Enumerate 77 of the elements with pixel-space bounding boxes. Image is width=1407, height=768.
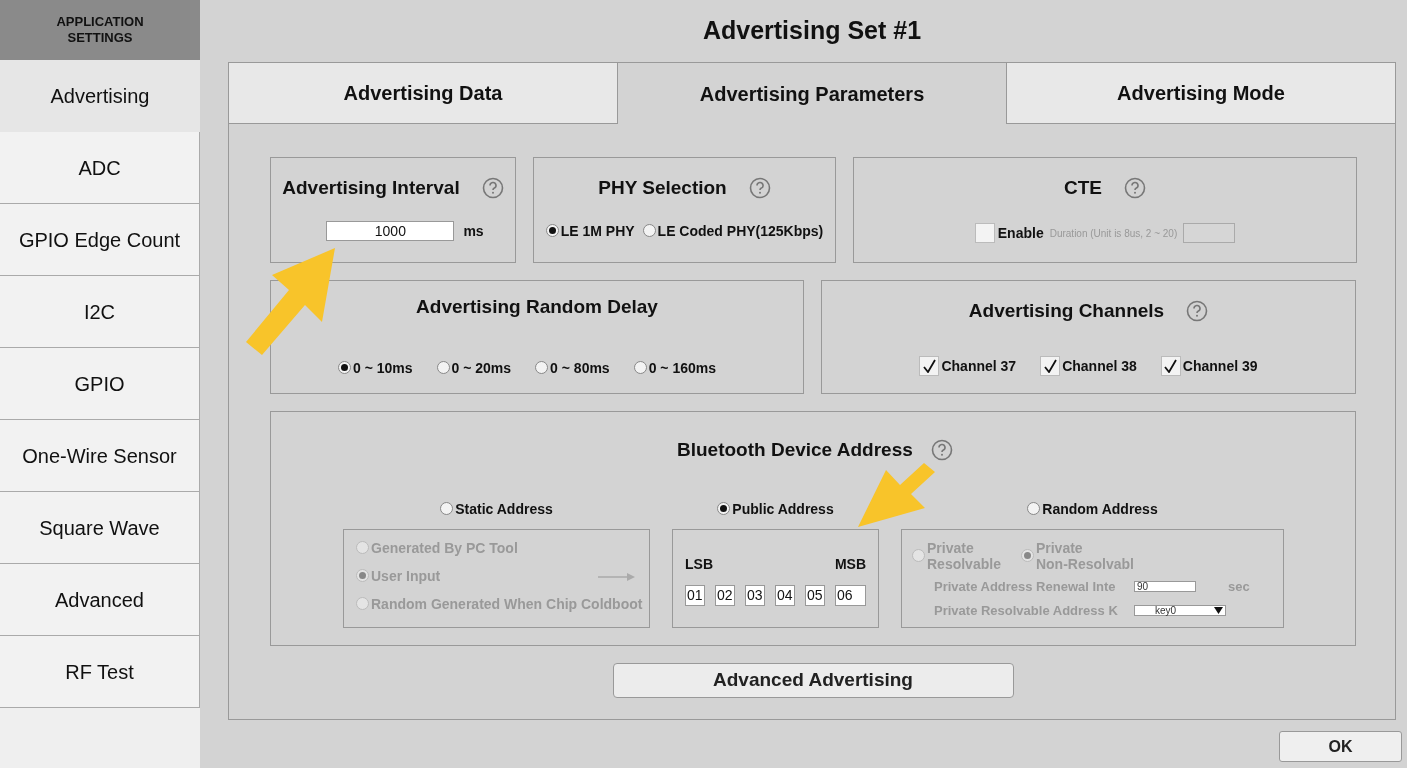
group-title: PHY Selection	[598, 176, 727, 200]
radio-label: LE Coded PHY(125Kbps)	[657, 222, 824, 239]
group-title: Advertising Random Delay	[416, 295, 658, 319]
help-icon[interactable]	[481, 177, 504, 200]
radio-label: Random Generated When Chip Coldboot	[371, 595, 643, 612]
group-title: Advertising Channels	[968, 299, 1165, 323]
checkbox[interactable]	[1160, 356, 1181, 376]
msb-label: MSB	[834, 554, 866, 574]
sidebar-item[interactable]: GPIO	[0, 348, 200, 420]
address-byte-field[interactable]: 06	[835, 584, 866, 606]
arrow-icon	[598, 571, 636, 582]
tab[interactable]: Advertising Data	[228, 62, 618, 124]
address-byte-field[interactable]: 04	[775, 584, 795, 606]
address-byte-field[interactable]: 01	[685, 584, 705, 606]
radio-label: Generated By PC Tool	[371, 539, 518, 556]
radio-label: User Input	[371, 567, 441, 584]
radio-button[interactable]	[338, 361, 351, 374]
checkbox[interactable]	[919, 356, 940, 376]
radio-label: Private Resolvable	[927, 539, 1001, 572]
help-icon[interactable]	[930, 439, 953, 462]
radio-button[interactable]	[545, 224, 559, 237]
checkbox-label: Enable	[997, 223, 1044, 243]
checkmark-icon	[1043, 359, 1057, 373]
tab[interactable]: Advertising Mode	[1007, 62, 1396, 124]
help-icon[interactable]	[748, 177, 771, 200]
help-icon[interactable]	[1124, 177, 1146, 200]
radio-button[interactable]	[436, 361, 450, 374]
radio-label: 0 ~ 160ms	[648, 359, 716, 376]
radio-label: Public Address	[732, 500, 834, 517]
duration-input[interactable]	[1183, 223, 1236, 243]
sidebar-item[interactable]: Advanced	[0, 564, 200, 636]
checkbox-label: Channel 37	[941, 356, 1017, 376]
tab[interactable]: Advertising Parameters	[618, 62, 1007, 124]
radio-label: Private Non-Resolvabl	[1035, 539, 1134, 572]
checkbox-label: Channel 38	[1062, 356, 1137, 376]
group-title: Advertising Interval	[282, 176, 460, 200]
sidebar-item[interactable]: One-Wire Sensor	[0, 420, 200, 492]
interval-input[interactable]: 1000	[326, 221, 455, 241]
radio-label: Random Address	[1042, 500, 1158, 517]
checkmark-icon	[922, 359, 936, 373]
radio-button[interactable]	[440, 502, 454, 515]
radio-label: LE 1M PHY	[560, 222, 635, 239]
renewal-label: Private Address Renewal Inte	[934, 577, 1117, 596]
address-byte-field[interactable]: 02	[715, 584, 735, 606]
sidebar-item[interactable]: RF Test	[0, 636, 200, 708]
group-title: CTE	[1064, 176, 1102, 200]
checkbox[interactable]	[1040, 356, 1061, 376]
address-byte-field[interactable]: 03	[745, 584, 765, 606]
unit-label: sec	[1228, 577, 1250, 596]
radio-button[interactable]	[535, 361, 549, 374]
radio-label: 0 ~ 10ms	[353, 359, 413, 376]
unit-label: ms	[463, 221, 484, 241]
sidebar-item[interactable]: Advertising	[0, 60, 200, 132]
sidebar-item[interactable]: GPIO Edge Count	[0, 204, 200, 276]
caret-icon	[1214, 607, 1223, 615]
address-byte-field[interactable]: 05	[805, 584, 825, 606]
advanced-advertising-button[interactable]: Advanced Advertising	[612, 663, 1014, 698]
radio-label: 0 ~ 80ms	[550, 359, 610, 376]
sidebar-item[interactable]: Square Wave	[0, 492, 200, 564]
radio-button[interactable]	[642, 224, 656, 237]
radio-label: 0 ~ 20ms	[451, 359, 512, 376]
sidebar-header: APPLICATION SETTINGS	[55, 14, 145, 46]
checkmark-icon	[1164, 359, 1178, 373]
help-icon[interactable]	[1186, 300, 1209, 323]
radio-label: Static Address	[455, 500, 553, 517]
lsb-label: LSB	[685, 554, 713, 574]
radio-button[interactable]	[717, 502, 731, 515]
ok-button[interactable]: OK	[1279, 731, 1402, 762]
group-title: Bluetooth Device Address	[677, 438, 913, 462]
key-label: Private Resolvable Address K	[934, 602, 1119, 620]
sidebar-item[interactable]: I2C	[0, 276, 200, 348]
window-title: Advertising Set #1	[702, 15, 922, 47]
checkbox-label: Channel 39	[1182, 356, 1258, 376]
radio-button[interactable]	[1027, 502, 1041, 515]
sidebar-item[interactable]: ADC	[0, 132, 200, 204]
checkbox[interactable]	[974, 223, 995, 243]
radio-button[interactable]	[633, 361, 647, 374]
